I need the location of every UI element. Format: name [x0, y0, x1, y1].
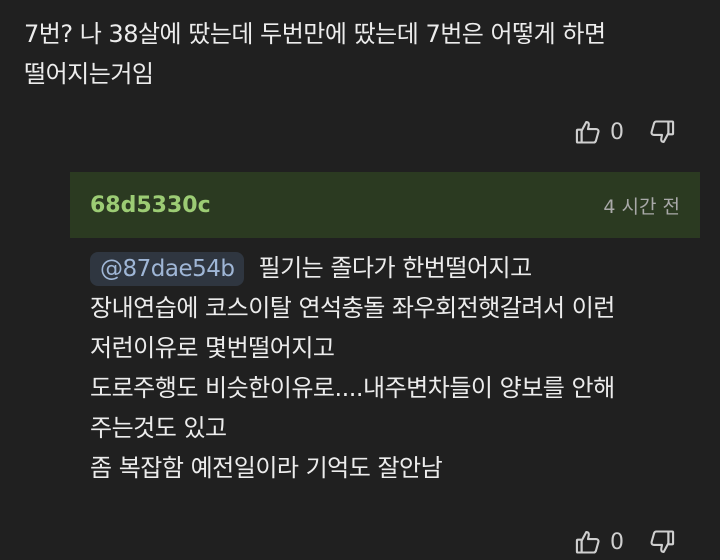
reply-author-name[interactable]: 68d5330c: [90, 193, 211, 218]
reply-text-line: 주는것도 있고: [90, 414, 227, 442]
reply-header: 68d5330c 4 시간 전: [70, 172, 700, 238]
mention-tag[interactable]: @87dae54b: [90, 252, 245, 286]
reply-text-line: 도로주행도 비슷한이유로....내주변차들이 양보를 안해: [90, 374, 615, 402]
like-count: 0: [610, 529, 624, 555]
thumbs-down-icon[interactable]: [648, 118, 676, 146]
reply-timestamp: 4 시간 전: [603, 195, 680, 218]
reply-text-line: 저런이유로 몇번떨어지고: [90, 334, 335, 362]
comment-actions: 0: [574, 118, 676, 146]
reply-text-line: 좀 복잡함 예전일이라 기억도 잘안남: [90, 454, 443, 482]
thumbs-down-icon[interactable]: [648, 528, 676, 556]
reply-actions: 0: [574, 528, 676, 556]
comment-text: 7번? 나 38살에 땄는데 두번만에 땄는데 7번은 어떻게 하면 떨어지는거…: [24, 14, 704, 94]
reply-text-segment: 필기는 졸다가 한번떨어지고: [258, 254, 532, 282]
comment-text-line: 7번? 나 38살에 땄는데 두번만에 땄는데 7번은 어떻게 하면: [24, 20, 606, 48]
reply-text: @87dae54b 필기는 졸다가 한번떨어지고 장내연습에 코스이탈 연석충돌 …: [90, 248, 700, 488]
thumbs-up-icon[interactable]: [574, 528, 602, 556]
reply-text-line: @87dae54b 필기는 졸다가 한번떨어지고: [90, 248, 700, 288]
comment-text-line: 떨어지는거임: [24, 60, 154, 88]
reply-text-line: 장내연습에 코스이탈 연석충돌 좌우회전햇갈려서 이런: [90, 294, 615, 322]
thumbs-up-icon[interactable]: [574, 118, 602, 146]
like-count: 0: [610, 119, 624, 145]
